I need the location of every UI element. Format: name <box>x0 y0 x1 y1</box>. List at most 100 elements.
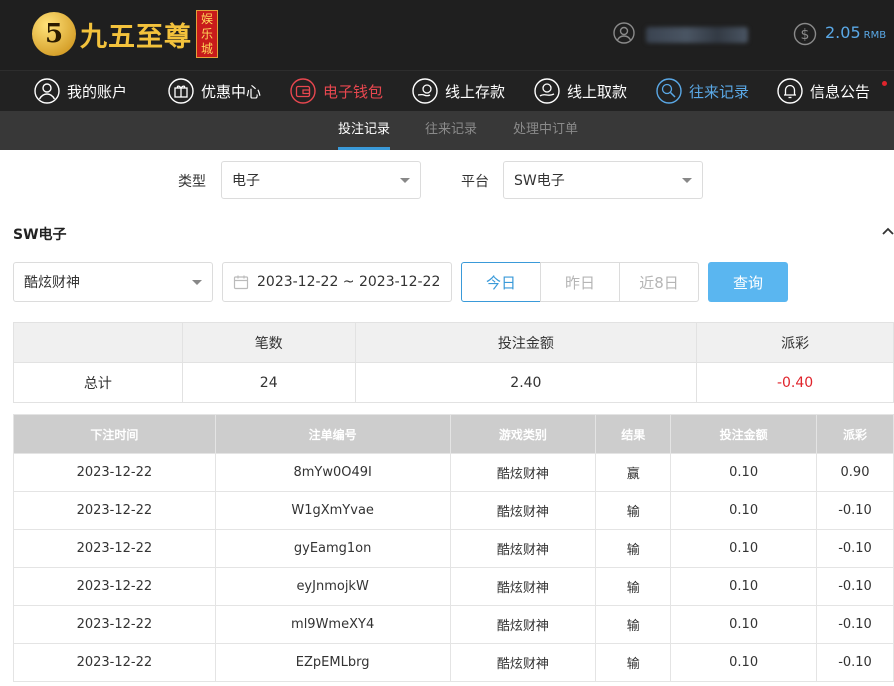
balance-icon: $ <box>793 22 817 46</box>
nav-online-withdraw[interactable]: 线上取款 <box>534 71 627 111</box>
logo-emblem: 5 <box>32 12 76 56</box>
withdraw-icon <box>534 78 560 104</box>
table-row: 2023-12-22 EZpEMLbrg 酷炫财神 输 0.10 -0.10 <box>13 643 894 682</box>
platform-label: 平台 <box>461 174 489 190</box>
chevron-down-icon <box>400 178 410 183</box>
logo-text: 九五至尊 <box>80 21 192 53</box>
search-button[interactable]: 查询 <box>708 262 788 302</box>
range-today-button[interactable]: 今日 <box>461 262 541 302</box>
table-row: 2023-12-22 eyJnmojkW 酷炫财神 输 0.10 -0.10 <box>13 567 894 606</box>
col-bet-amount: 投注金额 <box>670 414 818 454</box>
range-8days-button[interactable]: 近8日 <box>619 262 699 302</box>
logo-badge: 娱乐城 <box>196 10 218 58</box>
cell-bet-time: 2023-12-22 <box>13 529 216 568</box>
col-result: 结果 <box>595 414 672 454</box>
deposit-icon <box>412 78 438 104</box>
nav-transaction-records[interactable]: 往来记录 <box>656 71 749 111</box>
range-yesterday-button[interactable]: 昨日 <box>540 262 620 302</box>
summary-header-cell: 投注金额 <box>354 322 698 363</box>
cell-result: 输 <box>595 491 672 530</box>
tab-bet-records[interactable]: 投注记录 <box>338 111 391 150</box>
nav-promotions[interactable]: 优惠中心 <box>168 71 261 111</box>
cell-payout: -0.10 <box>816 643 894 682</box>
notification-dot <box>882 81 887 86</box>
nav-label: 我的账户 <box>67 82 128 101</box>
cell-bet-id: ml9WmeXY4 <box>214 605 451 644</box>
cell-payout: -0.10 <box>816 529 894 568</box>
chevron-up-icon[interactable] <box>881 224 894 238</box>
cell-bet-time: 2023-12-22 <box>13 453 216 492</box>
username-redacted <box>646 27 748 43</box>
cell-game-type: 酷炫财神 <box>449 605 597 644</box>
game-select-value: 酷炫财神 <box>24 275 80 291</box>
table-row: 2023-12-22 gyEamg1on 酷炫财神 输 0.10 -0.10 <box>13 529 894 568</box>
gift-icon <box>168 78 194 104</box>
cell-game-type: 酷炫财神 <box>449 529 597 568</box>
type-label: 类型 <box>178 174 206 190</box>
summary-header-cell: 派彩 <box>696 322 894 363</box>
balance-amount: 2.05 RMB <box>825 23 887 42</box>
account-icon[interactable] <box>613 22 635 44</box>
main-nav: 我的账户 优惠中心 电子钱包 线上存款 线上取款 往来记录 信息公告 <box>0 70 894 112</box>
tab-transaction-records[interactable]: 往来记录 <box>425 111 477 150</box>
col-bet-id: 注单编号 <box>214 414 451 454</box>
cell-game-type: 酷炫财神 <box>449 453 597 492</box>
nav-my-account[interactable]: 我的账户 <box>34 71 127 111</box>
col-payout: 派彩 <box>816 414 894 454</box>
user-icon <box>34 78 60 104</box>
summary-count: 24 <box>181 362 356 403</box>
nav-e-wallet[interactable]: 电子钱包 <box>290 71 383 111</box>
summary-bet-amount: 2.40 <box>354 362 698 403</box>
nav-announcements[interactable]: 信息公告 <box>777 71 870 111</box>
cell-bet-amount: 0.10 <box>670 453 818 492</box>
cell-result: 输 <box>595 567 672 606</box>
cell-result: 赢 <box>595 453 672 492</box>
platform-select[interactable]: SW电子 <box>503 161 703 199</box>
col-bet-time: 下注时间 <box>13 414 216 454</box>
table-row: 2023-12-22 W1gXmYvae 酷炫财神 输 0.10 -0.10 <box>13 491 894 530</box>
cell-bet-time: 2023-12-22 <box>13 491 216 530</box>
nav-label: 往来记录 <box>689 82 750 101</box>
cell-bet-time: 2023-12-22 <box>13 605 216 644</box>
bet-records-table: 下注时间 注单编号 游戏类别 结果 投注金额 派彩 2023-12-22 8mY… <box>13 414 894 682</box>
cell-bet-time: 2023-12-22 <box>13 643 216 682</box>
table-header-row: 下注时间 注单编号 游戏类别 结果 投注金额 派彩 <box>13 414 894 454</box>
nav-label: 线上取款 <box>567 82 628 101</box>
cell-game-type: 酷炫财神 <box>449 567 597 606</box>
cell-payout: -0.10 <box>816 567 894 606</box>
cell-payout: -0.10 <box>816 491 894 530</box>
table-row: 2023-12-22 ml9WmeXY4 酷炫财神 输 0.10 -0.10 <box>13 605 894 644</box>
brand-logo[interactable]: 5 九五至尊 娱乐城 <box>32 7 218 61</box>
nav-online-deposit[interactable]: 线上存款 <box>412 71 505 111</box>
cell-bet-id: W1gXmYvae <box>214 491 451 530</box>
calendar-icon <box>233 275 249 290</box>
summary-header-cell: 笔数 <box>181 322 356 363</box>
top-header: 5 九五至尊 娱乐城 $ 2.05 RMB <box>0 0 894 70</box>
records-icon <box>656 78 682 104</box>
cell-bet-time: 2023-12-22 <box>13 567 216 606</box>
chevron-down-icon <box>192 280 202 285</box>
date-range-value: 2023-12-22 ~ 2023-12-22 <box>257 274 441 290</box>
section-title: SW电子 <box>13 227 67 243</box>
nav-label: 电子钱包 <box>323 82 384 101</box>
cell-bet-amount: 0.10 <box>670 567 818 606</box>
cell-bet-id: 8mYw0O49I <box>214 453 451 492</box>
col-game-type: 游戏类别 <box>449 414 597 454</box>
cell-payout: 0.90 <box>816 453 894 492</box>
cell-game-type: 酷炫财神 <box>449 491 597 530</box>
sub-tabs: 投注记录 往来记录 处理中订单 <box>0 111 894 150</box>
summary-total-row: 总计 24 2.40 -0.40 <box>13 362 894 403</box>
summary-payout: -0.40 <box>696 362 894 403</box>
type-select[interactable]: 电子 <box>221 161 421 199</box>
summary-table: 笔数 投注金额 派彩 总计 24 2.40 -0.40 <box>13 322 894 403</box>
date-range-picker[interactable]: 2023-12-22 ~ 2023-12-22 <box>222 262 452 302</box>
summary-header-cell <box>13 322 183 363</box>
game-select[interactable]: 酷炫财神 <box>13 262 213 302</box>
wallet-icon <box>290 78 316 104</box>
table-row: 2023-12-22 8mYw0O49I 酷炫财神 赢 0.10 0.90 <box>13 453 894 492</box>
nav-label: 信息公告 <box>810 82 871 101</box>
tab-pending-orders[interactable]: 处理中订单 <box>513 111 578 150</box>
cell-result: 输 <box>595 643 672 682</box>
nav-label: 优惠中心 <box>201 82 262 101</box>
cell-bet-id: gyEamg1on <box>214 529 451 568</box>
